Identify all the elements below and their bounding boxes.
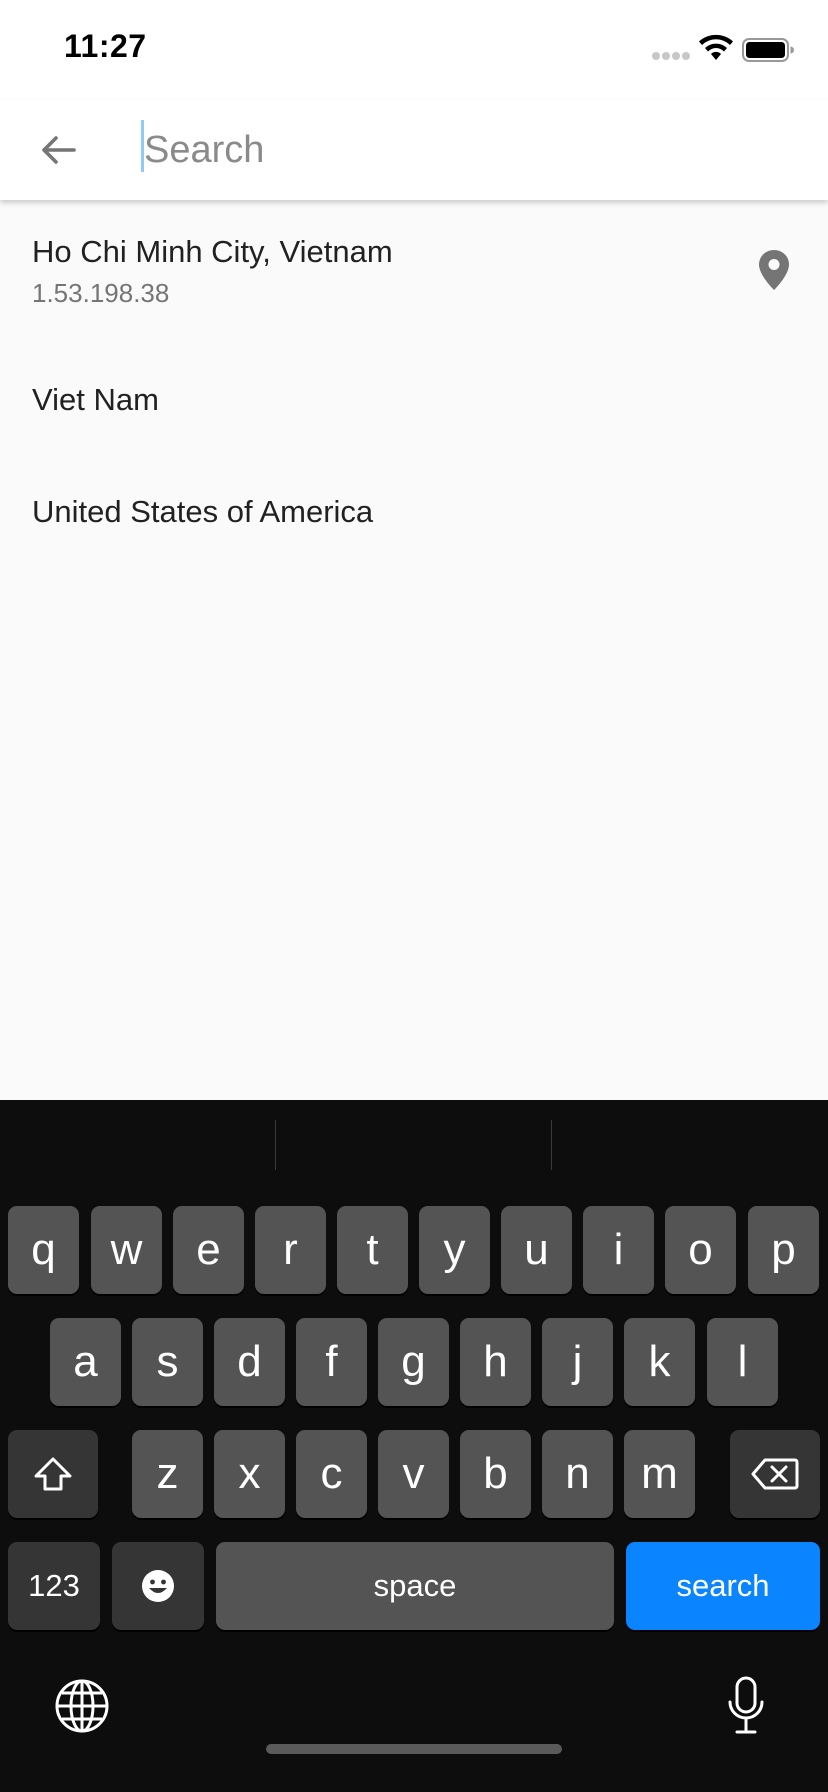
search-app-bar: [0, 100, 828, 200]
emoji-icon: [142, 1570, 174, 1602]
list-item[interactable]: United States of America: [0, 434, 828, 546]
key-s[interactable]: s: [132, 1318, 203, 1406]
key-h[interactable]: h: [460, 1318, 531, 1406]
key-z[interactable]: z: [132, 1430, 203, 1518]
search-input[interactable]: [142, 118, 782, 182]
key-l[interactable]: l: [707, 1318, 778, 1406]
status-bar: 11:27: [0, 0, 828, 100]
numbers-key[interactable]: 123: [8, 1542, 100, 1630]
key-u[interactable]: u: [501, 1206, 572, 1294]
suggestion-divider: [551, 1120, 552, 1170]
home-indicator[interactable]: [266, 1744, 562, 1754]
key-x[interactable]: x: [214, 1430, 285, 1518]
emoji-key[interactable]: [112, 1542, 204, 1630]
shift-icon: [34, 1457, 72, 1491]
key-d[interactable]: d: [214, 1318, 285, 1406]
signal-dots-icon: [652, 52, 690, 62]
delete-key[interactable]: [730, 1430, 820, 1518]
backspace-icon: [751, 1458, 799, 1490]
list-item[interactable]: Ho Chi Minh City, Vietnam 1.53.198.38: [0, 200, 828, 322]
key-j[interactable]: j: [542, 1318, 613, 1406]
key-k[interactable]: k: [624, 1318, 695, 1406]
shift-key[interactable]: [8, 1430, 98, 1518]
globe-icon[interactable]: [54, 1678, 110, 1734]
key-m[interactable]: m: [624, 1430, 695, 1518]
arrow-left-icon: [42, 136, 76, 164]
search-key[interactable]: search: [626, 1542, 820, 1630]
key-f[interactable]: f: [296, 1318, 367, 1406]
result-title: Viet Nam: [32, 382, 159, 417]
key-o[interactable]: o: [665, 1206, 736, 1294]
space-key[interactable]: space: [216, 1542, 614, 1630]
results-list: Ho Chi Minh City, Vietnam 1.53.198.38 Vi…: [0, 200, 828, 1100]
key-i[interactable]: i: [583, 1206, 654, 1294]
list-item[interactable]: Viet Nam: [0, 322, 828, 434]
wifi-icon: [699, 34, 733, 60]
text-cursor: [141, 120, 144, 172]
keyboard: q w e r t y u i o p a s d f g h j k l z …: [0, 1100, 828, 1792]
result-title: Ho Chi Minh City, Vietnam: [32, 234, 393, 269]
key-y[interactable]: y: [419, 1206, 490, 1294]
microphone-icon[interactable]: [726, 1676, 766, 1736]
location-pin-icon: [759, 250, 789, 290]
key-e[interactable]: e: [173, 1206, 244, 1294]
key-a[interactable]: a: [50, 1318, 121, 1406]
key-q[interactable]: q: [8, 1206, 79, 1294]
back-button[interactable]: [28, 120, 88, 180]
status-time: 11:27: [64, 28, 147, 64]
key-c[interactable]: c: [296, 1430, 367, 1518]
key-r[interactable]: r: [255, 1206, 326, 1294]
key-p[interactable]: p: [748, 1206, 819, 1294]
result-title: United States of America: [32, 494, 374, 529]
result-ip-address: 1.53.198.38: [32, 278, 170, 308]
suggestion-divider: [275, 1120, 276, 1170]
battery-icon: [742, 38, 794, 62]
key-g[interactable]: g: [378, 1318, 449, 1406]
key-w[interactable]: w: [91, 1206, 162, 1294]
key-n[interactable]: n: [542, 1430, 613, 1518]
key-v[interactable]: v: [378, 1430, 449, 1518]
key-b[interactable]: b: [460, 1430, 531, 1518]
key-t[interactable]: t: [337, 1206, 408, 1294]
